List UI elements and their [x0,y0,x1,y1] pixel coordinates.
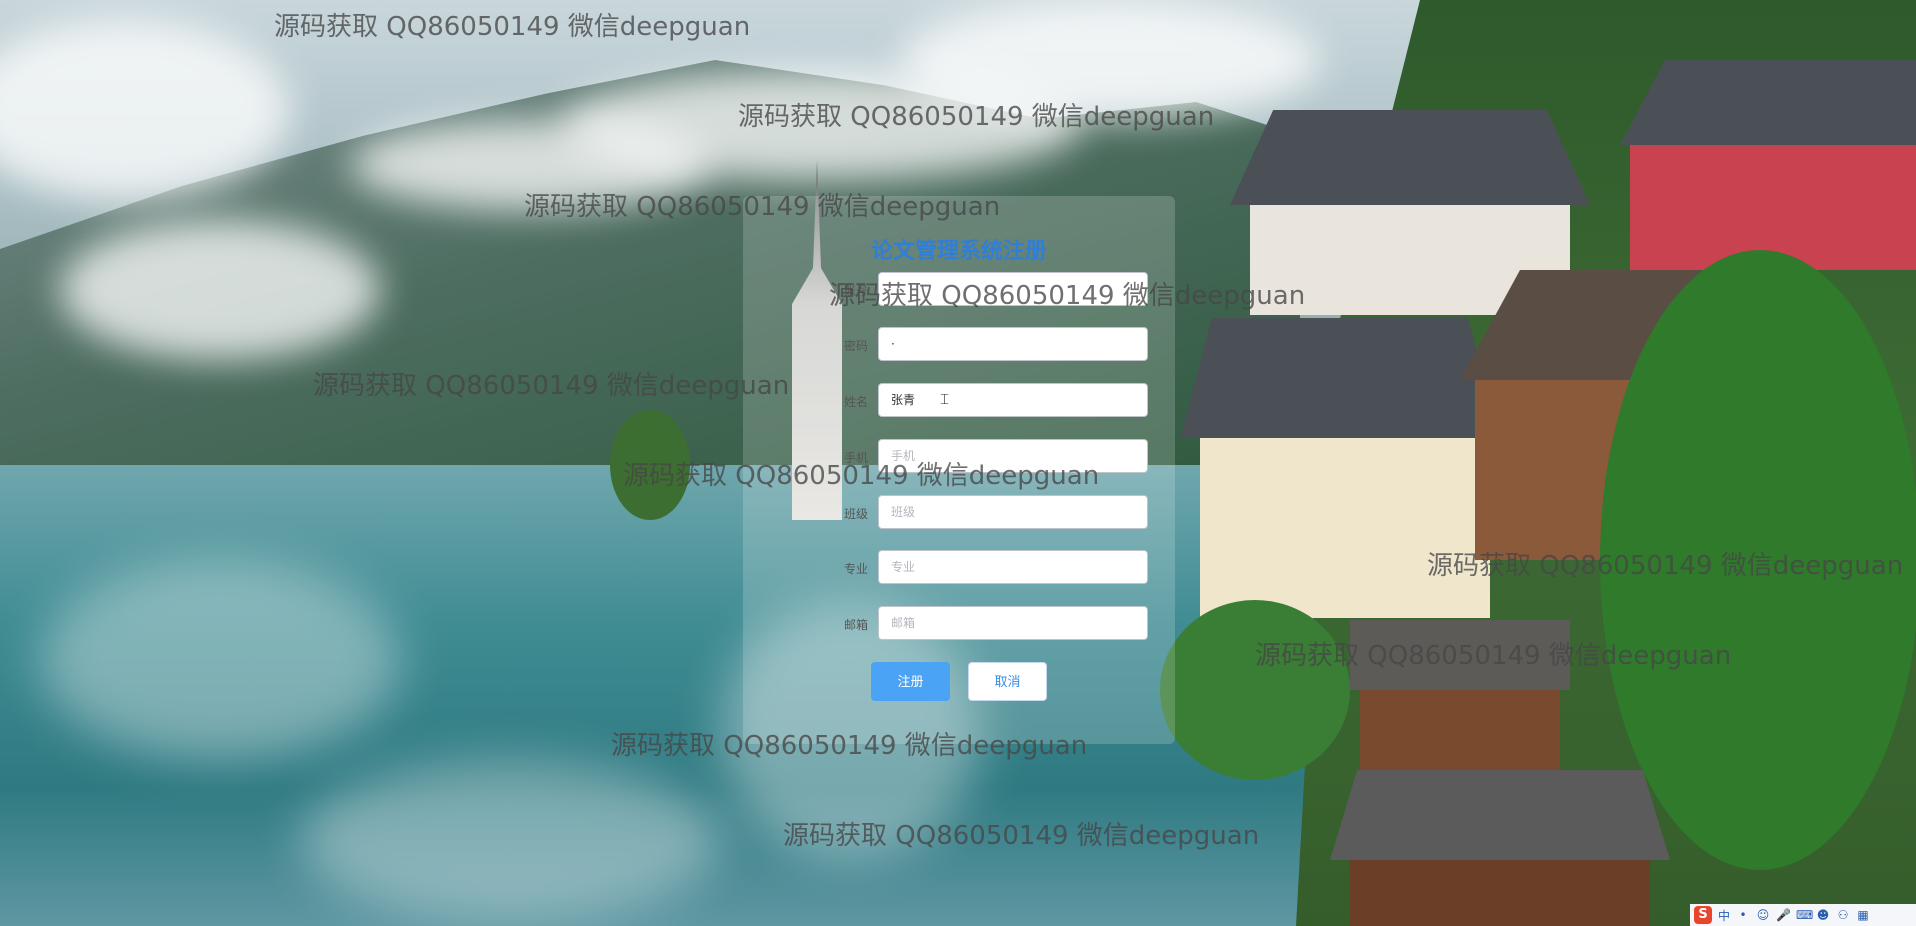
watermark: 源码获取 QQ86050149 微信deepguan [1427,551,1904,581]
shirt-icon[interactable]: ⚇ [1836,908,1850,922]
watermark: 源码获取 QQ86050149 微信deepguan [783,821,1260,851]
lake-reflection [40,560,400,760]
punctuation-icon[interactable]: • [1736,908,1750,922]
email-label: 邮箱 [843,618,868,632]
watermark: 源码获取 QQ86050149 微信deepguan [313,371,790,401]
taskbar-tray: S 中 • ☺ 🎤 ⌨ ☻ ⚇ ▦ [1690,904,1916,926]
class-row: 班级 班级 [760,495,1150,531]
house [1330,770,1670,926]
password-row: 密码 · [760,327,1150,363]
major-row: 专业 专业 [760,550,1150,586]
email-input[interactable]: 邮箱 [878,606,1148,640]
name-row: 姓名 张青 [760,383,1150,419]
page-title: 论文管理系统注册 [870,239,1047,264]
class-label: 班级 [843,507,868,521]
major-input[interactable]: 专业 [878,550,1148,584]
watermark: 源码获取 QQ86050149 微信deepguan [274,12,751,42]
watermark: 源码获取 QQ86050149 微信deepguan [1255,641,1732,671]
house [1620,60,1916,270]
tree [1160,600,1350,780]
apps-icon[interactable]: ▦ [1856,908,1870,922]
lake-reflection [300,760,720,920]
email-row: 邮箱 邮箱 [760,606,1150,642]
watermark: 源码获取 QQ86050149 微信deepguan [829,281,1306,311]
watermark: 源码获取 QQ86050149 微信deepguan [611,731,1088,761]
text-cursor-icon: ⌶ [940,390,950,408]
mic-icon[interactable]: 🎤 [1776,908,1791,922]
watermark: 源码获取 QQ86050149 微信deepguan [524,192,1001,222]
watermark: 源码获取 QQ86050149 微信deepguan [738,102,1215,132]
name-input[interactable]: 张青 [878,383,1148,417]
password-label: 密码 [843,339,868,353]
keyboard-icon[interactable]: ⌨ [1796,908,1813,922]
password-input[interactable]: · [878,327,1148,361]
user-icon[interactable]: ☻ [1816,908,1830,922]
cloud [60,220,380,360]
register-button[interactable]: 注册 [871,662,950,701]
ime-mode-label[interactable]: 中 [1718,907,1730,924]
sogou-ime-icon[interactable]: S [1694,906,1712,924]
class-input[interactable]: 班级 [878,495,1148,529]
emoji-icon[interactable]: ☺ [1756,908,1770,922]
major-label: 专业 [843,562,868,576]
watermark: 源码获取 QQ86050149 微信deepguan [623,461,1100,491]
cancel-button[interactable]: 取消 [968,662,1047,701]
